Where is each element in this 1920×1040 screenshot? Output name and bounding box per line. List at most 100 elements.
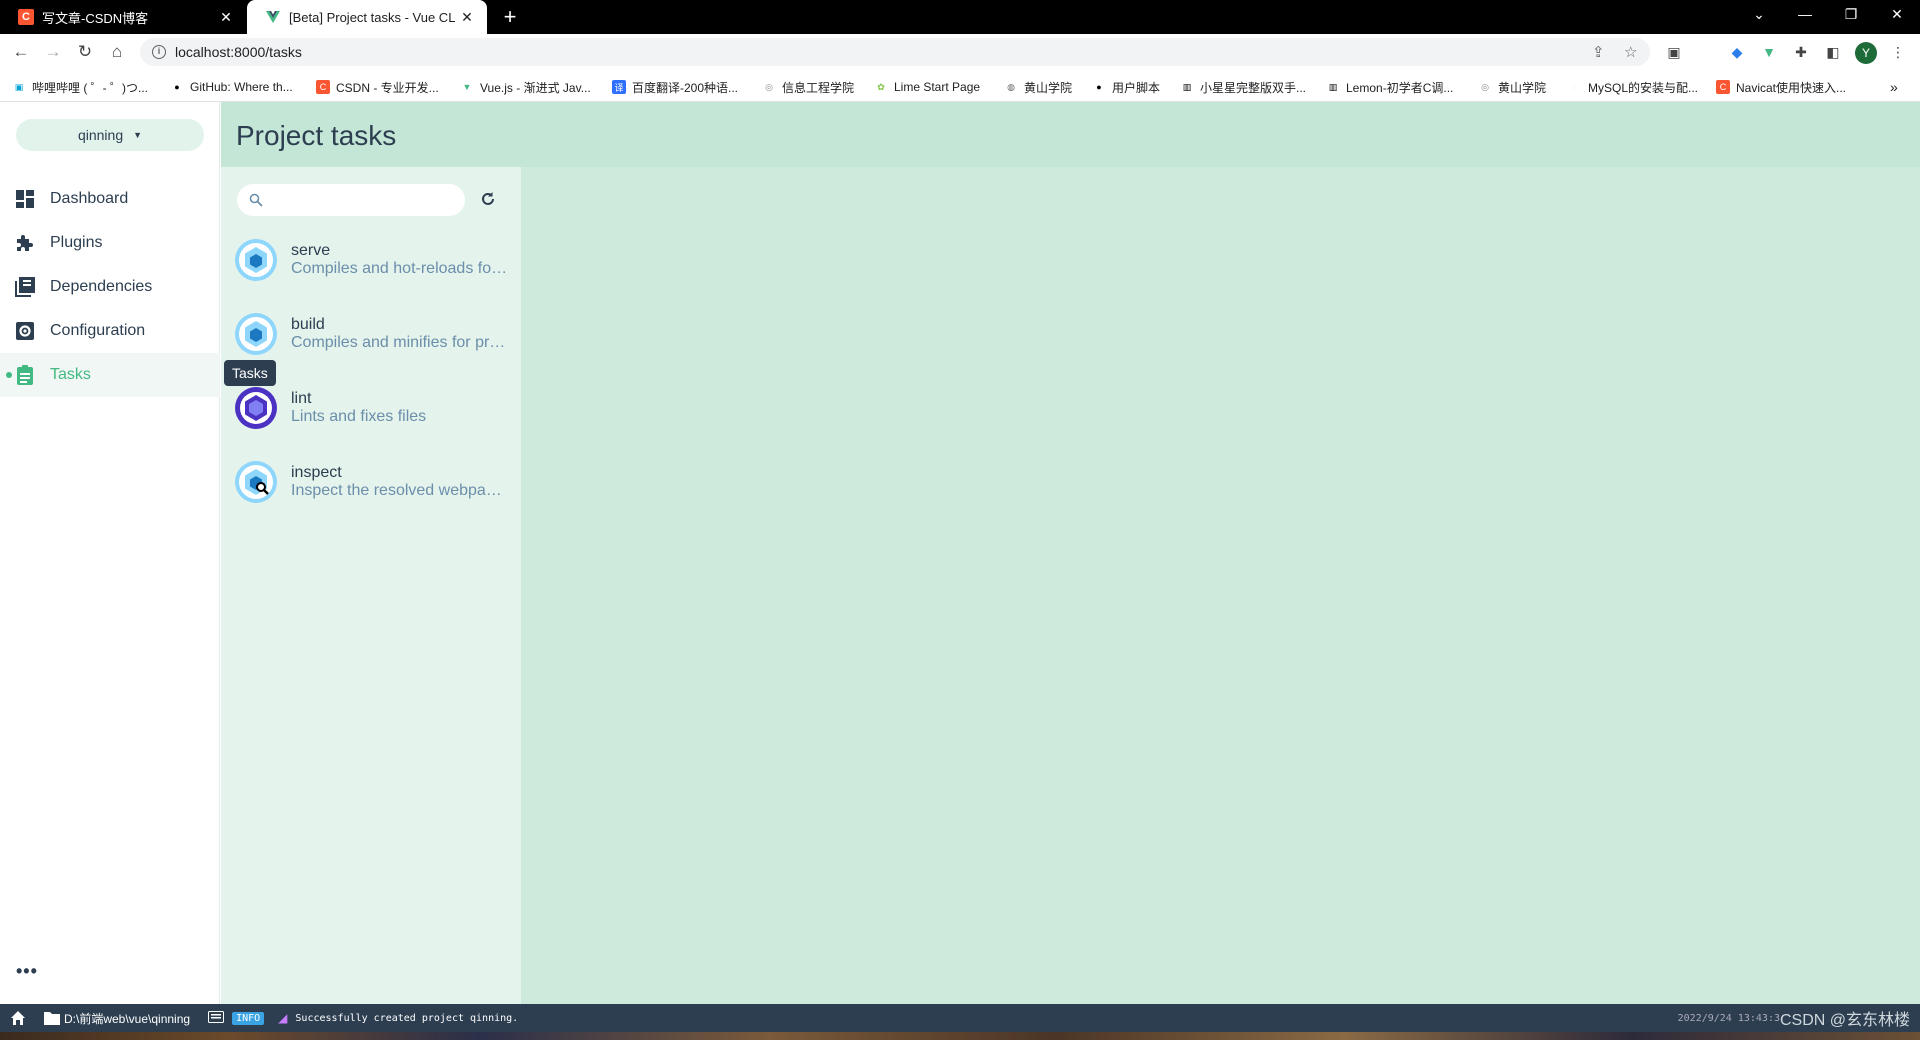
dashboard-icon xyxy=(14,188,36,210)
bookmark-item[interactable]: ◎ 信息工程学院 xyxy=(762,78,854,96)
forward-icon[interactable]: → xyxy=(42,42,64,62)
bookmark-item[interactable]: ▣ 哔哩哔哩 ( ゜- ゜)つ... xyxy=(12,78,148,96)
globe-icon: ◎ xyxy=(1481,81,1489,92)
side-panel-icon[interactable]: ◧ xyxy=(1824,43,1842,61)
assignment-icon xyxy=(14,364,36,386)
close-icon[interactable]: ✕ xyxy=(214,9,238,26)
home-icon[interactable]: ⌂ xyxy=(106,42,128,62)
task-description: Inspect the resolved webpack config xyxy=(291,482,509,499)
vue-icon: ▼ xyxy=(462,82,472,92)
avatar[interactable]: Y xyxy=(1855,42,1877,64)
minimize-icon[interactable]: — xyxy=(1782,0,1828,30)
log-timestamp: 2022/9/24 13:43:3 xyxy=(1677,1012,1780,1024)
tab-title: 写文章-CSDN博客 xyxy=(42,10,149,26)
status-bar: D:\前端web\vue\qinning INFO ◢ Successfully… xyxy=(0,1004,1920,1032)
more-bookmarks-icon[interactable]: » xyxy=(1890,78,1898,96)
menu-icon[interactable]: ⋮ xyxy=(1889,43,1907,61)
sidebar-item-label: Dependencies xyxy=(50,278,153,295)
piano-icon: ▥ xyxy=(1328,81,1338,92)
task-description: Lints and fixes files xyxy=(291,408,427,425)
translate-icon: 译 xyxy=(612,80,626,94)
bookmark-item[interactable]: C CSDN - 专业开发... xyxy=(316,78,439,96)
csdn-icon: C xyxy=(1716,80,1730,94)
back-icon[interactable]: ← xyxy=(10,42,32,62)
task-name: build xyxy=(291,316,325,333)
folder-icon[interactable] xyxy=(44,1011,60,1025)
bilibili-icon: ▣ xyxy=(14,81,24,92)
extension-icon[interactable]: ▣ xyxy=(1665,43,1683,61)
webpack-icon xyxy=(235,313,277,355)
project-path[interactable]: D:\前端web\vue\qinning xyxy=(64,1010,190,1027)
webpack-inspect-icon xyxy=(235,461,277,503)
bookmark-item[interactable]: ◌ MySQL的安装与配... xyxy=(1568,78,1698,96)
extension-icon[interactable]: ◆ xyxy=(1728,43,1746,61)
task-details-pane xyxy=(521,167,1920,1004)
bookmark-item[interactable]: ▥ 小星星完整版双手... xyxy=(1180,78,1306,96)
bookmark-item[interactable]: C Navicat使用快速入... xyxy=(1716,78,1846,96)
tab-title: [Beta] Project tasks - Vue CLI xyxy=(289,9,455,25)
sidebar-item-tasks[interactable]: Tasks xyxy=(0,353,220,397)
task-description: Compiles and hot-reloads for development xyxy=(291,260,509,277)
log-message[interactable]: Successfully created project qinning. xyxy=(295,1013,518,1024)
task-name: lint xyxy=(291,390,312,407)
browser-tab-vue-cli[interactable]: [Beta] Project tasks - Vue CLI ✕ xyxy=(247,0,487,34)
share-icon[interactable]: ⇪ xyxy=(1592,43,1605,61)
bookmark-item[interactable]: 译百度翻译-200种语... xyxy=(612,78,738,96)
sidebar-item-plugins[interactable]: Plugins xyxy=(0,221,220,265)
page-icon: ◌ xyxy=(1572,82,1578,92)
task-item-serve[interactable]: serve Compiles and hot-reloads for devel… xyxy=(221,223,521,297)
refresh-icon[interactable] xyxy=(479,190,497,208)
vue-devtools-icon[interactable]: ▼ xyxy=(1760,43,1778,61)
close-icon[interactable]: ✕ xyxy=(455,9,479,26)
sidebar-item-dashboard[interactable]: Dashboard xyxy=(0,177,220,221)
sidebar-item-dependencies[interactable]: Dependencies xyxy=(0,265,220,309)
search-input[interactable] xyxy=(269,192,449,208)
site-info-icon[interactable]: i xyxy=(152,45,166,59)
task-item-inspect[interactable]: inspect Inspect the resolved webpack con… xyxy=(221,445,521,519)
sidebar-item-label: Configuration xyxy=(50,322,146,339)
eslint-icon xyxy=(235,387,277,429)
piano-icon: ▥ xyxy=(1182,81,1192,92)
sidebar: qinning ▼ Dashboard Plugins Dependencies xyxy=(0,102,220,1004)
lime-icon: ✿ xyxy=(877,81,885,92)
github-icon: ● xyxy=(174,82,180,92)
puzzle-icon[interactable]: ✚ xyxy=(1792,43,1810,61)
puzzle-icon xyxy=(14,232,36,254)
console-icon[interactable] xyxy=(208,1011,225,1025)
browser-tab-csdn[interactable]: C 写文章-CSDN博客 ✕ xyxy=(0,0,246,34)
userscript-icon: ● xyxy=(1096,82,1102,92)
task-description: Compiles and minifies for production xyxy=(291,334,509,351)
bookmark-item[interactable]: ● GitHub: Where th... xyxy=(170,78,292,96)
webpack-icon xyxy=(235,239,277,281)
restore-icon[interactable]: ❐ xyxy=(1828,0,1874,30)
sidebar-item-configuration[interactable]: Configuration xyxy=(0,309,220,353)
bookmark-item[interactable]: ▼ Vue.js - 渐进式 Jav... xyxy=(460,78,591,96)
active-indicator xyxy=(6,372,12,378)
school-icon: ◍ xyxy=(1007,81,1015,92)
bookmark-star-icon[interactable]: ☆ xyxy=(1624,43,1637,61)
window-close-icon[interactable]: ✕ xyxy=(1874,0,1920,30)
sidebar-item-label: Tasks xyxy=(50,366,91,383)
search-box[interactable] xyxy=(237,184,465,216)
reload-icon[interactable]: ↻ xyxy=(74,42,96,62)
csdn-icon: C xyxy=(18,9,34,25)
home-icon[interactable] xyxy=(10,1010,26,1026)
project-selector[interactable]: qinning ▼ xyxy=(16,119,204,151)
new-tab-icon[interactable]: + xyxy=(497,4,523,30)
bookmark-item[interactable]: ✿ Lime Start Page xyxy=(874,78,980,96)
more-icon[interactable]: ••• xyxy=(16,961,38,982)
bookmark-item[interactable]: ◍ 黄山学院 xyxy=(1004,78,1072,96)
task-name: inspect xyxy=(291,464,342,481)
address-bar[interactable]: i localhost:8000/tasks ⇪ ☆ xyxy=(140,38,1650,66)
bookmark-item[interactable]: ● 用户脚本 xyxy=(1092,78,1160,96)
vue-cli-icon: ◢ xyxy=(278,1011,288,1025)
log-level-badge: INFO xyxy=(232,1011,265,1025)
sidebar-item-label: Plugins xyxy=(50,234,103,251)
vue-icon xyxy=(265,9,281,25)
url-text: localhost:8000/tasks xyxy=(175,44,302,60)
tab-search-icon[interactable]: ⌄ xyxy=(1736,0,1782,30)
task-list-panel: serve Compiles and hot-reloads for devel… xyxy=(221,167,521,1004)
bookmark-item[interactable]: ▥ Lemon-初学者C调... xyxy=(1326,78,1454,96)
bookmark-item[interactable]: ◎ 黄山学院 xyxy=(1478,78,1546,96)
watermark: CSDN @玄东林楼 xyxy=(1779,1012,1910,1029)
